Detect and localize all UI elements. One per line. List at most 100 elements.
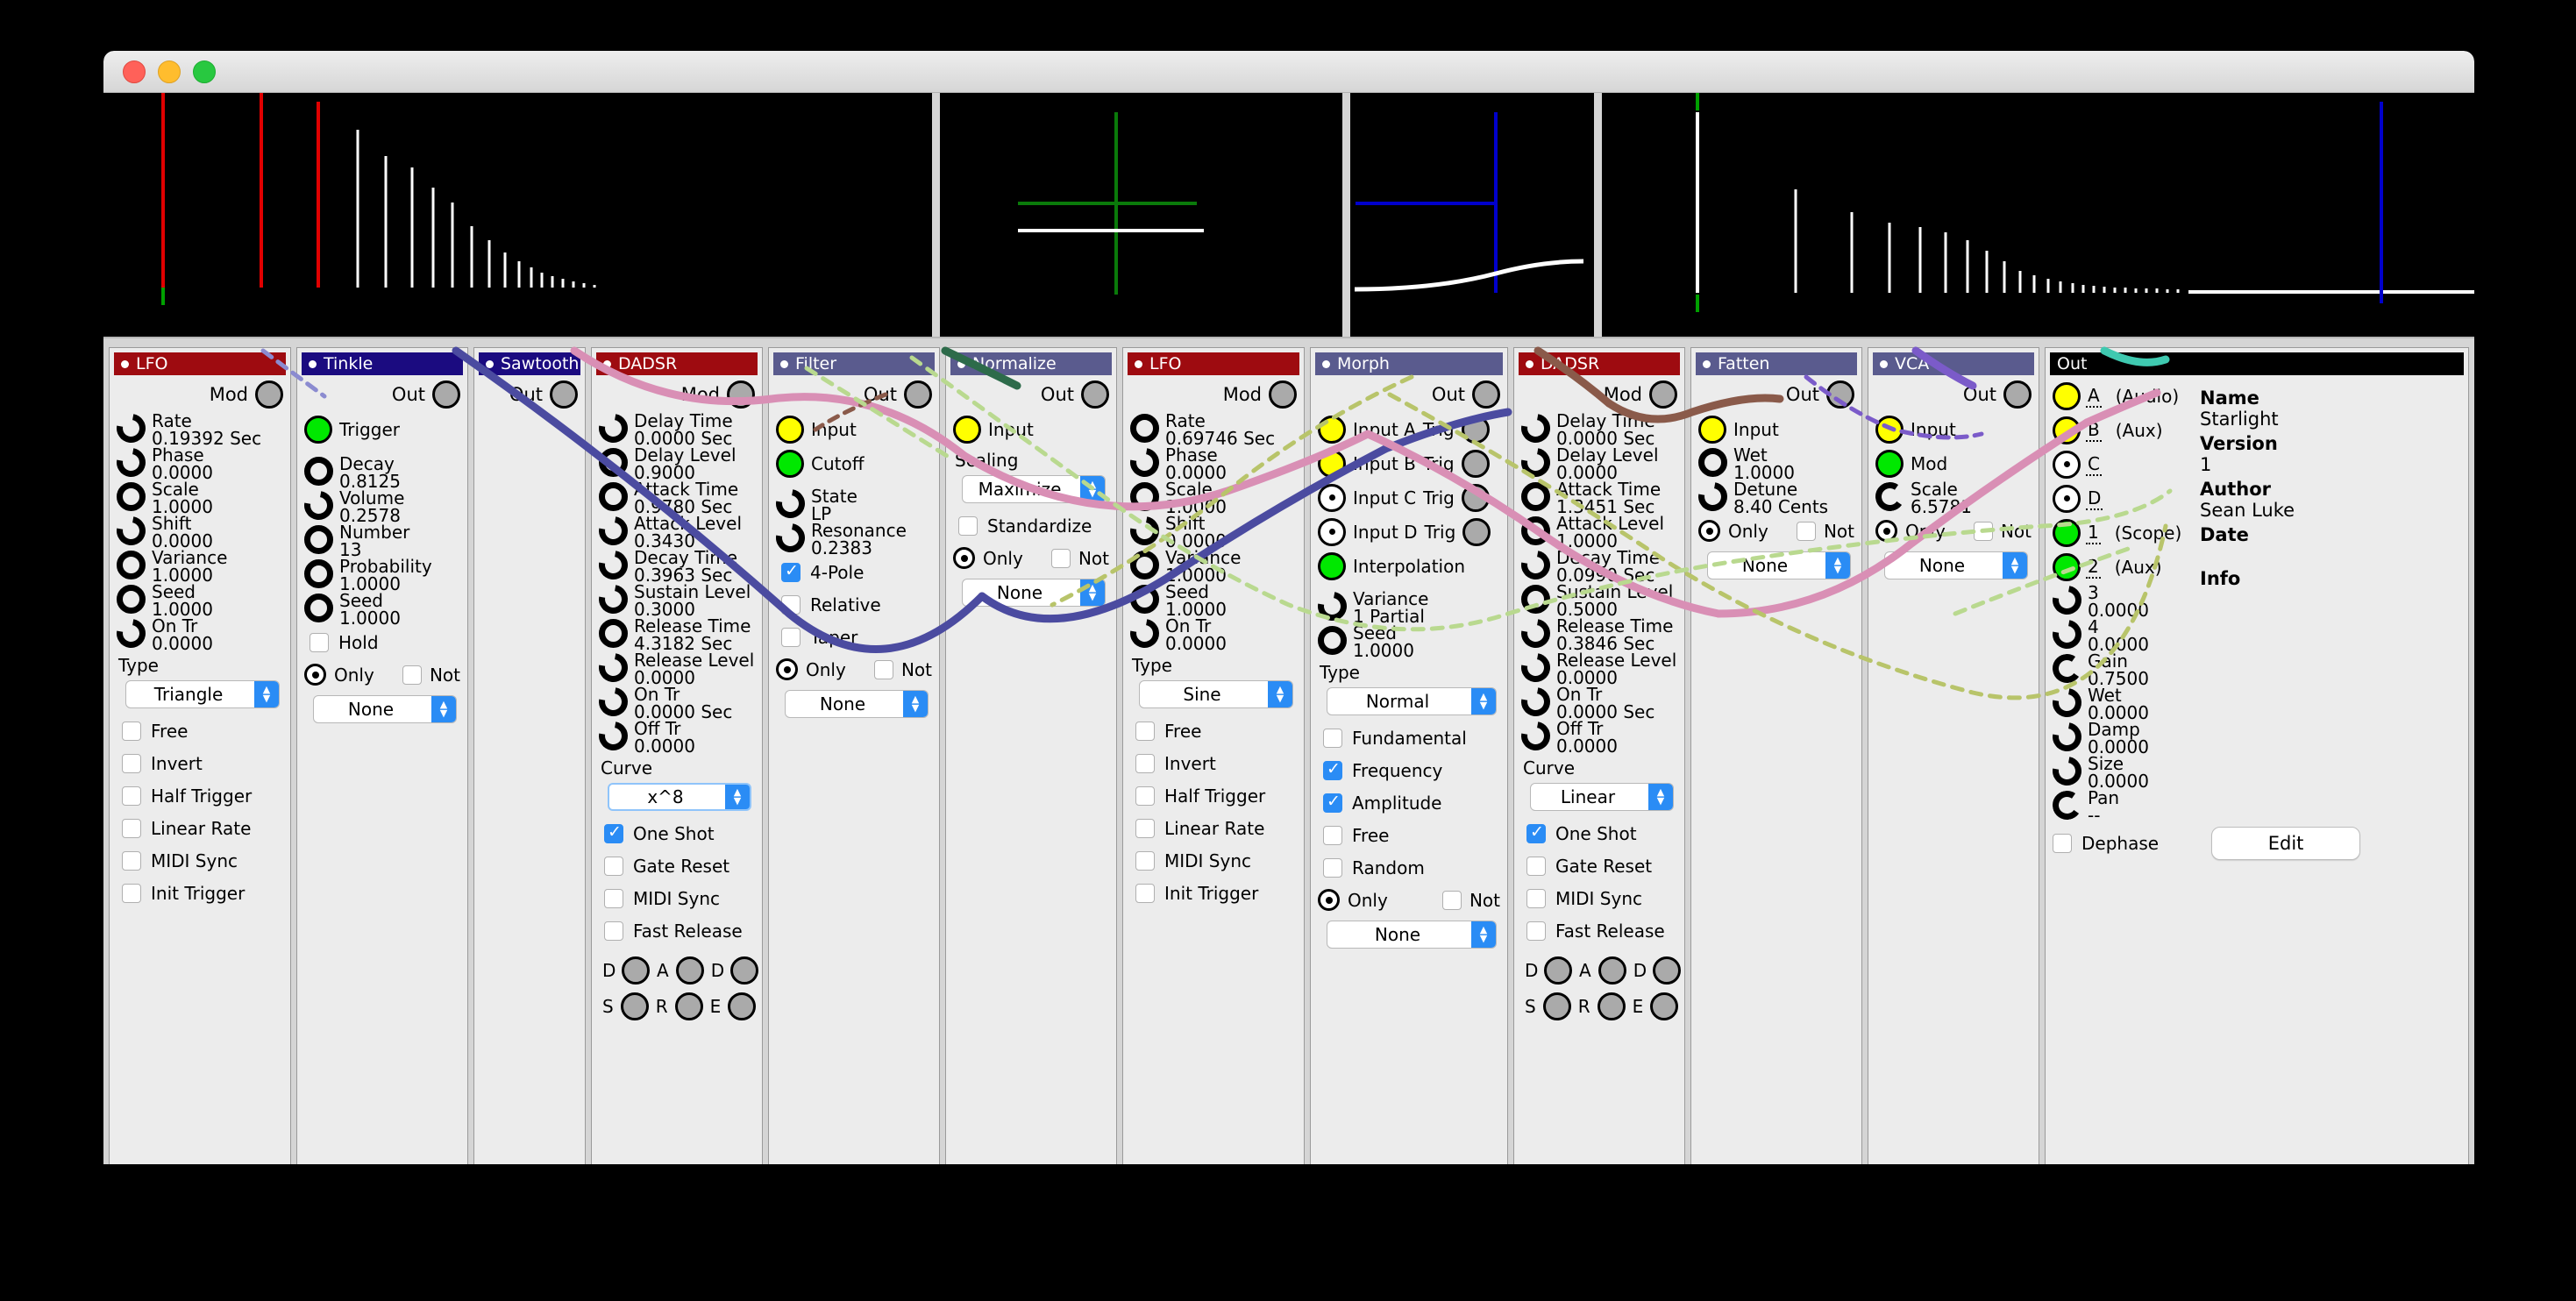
mod-source-combo[interactable]: None ▲▼ (785, 690, 929, 718)
chevron-updown-icon[interactable]: ▲▼ (1080, 476, 1105, 502)
checkbox-hold[interactable]: Hold (304, 626, 460, 658)
knob-icon[interactable] (111, 614, 152, 654)
knob-icon[interactable] (1125, 511, 1165, 551)
input-d-jack[interactable] (1318, 518, 1346, 546)
knob-icon[interactable] (1130, 551, 1159, 579)
checkbox-linear-rate[interactable]: Linear Rate (117, 812, 283, 844)
dadsr-jack-a[interactable] (676, 956, 704, 985)
chevron-updown-icon[interactable]: ▲▼ (1825, 552, 1850, 579)
module-enabled-icon[interactable] (1526, 360, 1534, 368)
mod-jack[interactable] (727, 380, 755, 409)
knob-icon[interactable] (1693, 477, 1733, 517)
knob-icon[interactable] (111, 443, 152, 483)
knob-on-tr[interactable]: On Tr0.0000 (117, 617, 283, 651)
knob-probability[interactable]: Probability1.0000 (304, 558, 460, 592)
chevron-updown-icon[interactable]: ▲▼ (1648, 784, 1673, 810)
knob-seed[interactable]: Seed1.0000 (1318, 624, 1500, 658)
knob-icon[interactable] (1516, 648, 1556, 688)
interpolation-jack[interactable] (1318, 552, 1346, 580)
checkbox-half-trigger[interactable]: Half Trigger (1130, 779, 1297, 812)
out-row-d[interactable]: D (2053, 481, 2184, 515)
checkbox-amplitude[interactable]: Amplitude (1318, 786, 1500, 819)
dadsr-jack-s[interactable] (621, 992, 649, 1020)
knob-icon[interactable] (594, 682, 634, 722)
mod-source-combo[interactable]: None ▲▼ (1884, 551, 2028, 579)
mod-filter-radio-row[interactable]: Only Not (953, 542, 1109, 574)
knob-icon[interactable] (1521, 482, 1550, 511)
dadsr-jack-s[interactable] (1543, 992, 1571, 1020)
knob-icon[interactable] (594, 545, 634, 586)
module-enabled-icon[interactable] (780, 360, 788, 368)
knob-icon[interactable] (1698, 448, 1727, 477)
out-jack-2[interactable] (2053, 553, 2081, 581)
checkbox-icon[interactable] (1135, 851, 1155, 871)
knob-shift[interactable]: Shift0.0000 (1130, 515, 1297, 549)
checkbox-linear-rate[interactable]: Linear Rate (1130, 812, 1297, 844)
checkbox-icon[interactable] (1526, 889, 1546, 908)
knob-icon[interactable] (2047, 683, 2088, 723)
dadsr-jack-d2[interactable] (1653, 956, 1681, 985)
jack-mod-row[interactable]: Mod (1875, 446, 2032, 480)
trig-a-jack[interactable] (1462, 416, 1490, 444)
knob-off-tr[interactable]: Off Tr0.0000 (1521, 720, 1677, 754)
radio-only-icon[interactable] (953, 547, 975, 569)
checkbox-icon[interactable] (781, 595, 801, 615)
checkbox-icon[interactable] (604, 921, 623, 941)
out-row-c[interactable]: C (2053, 447, 2184, 481)
type-combo[interactable]: Normal ▲▼ (1327, 687, 1497, 715)
checkbox-icon[interactable] (2053, 834, 2072, 853)
knob-icon[interactable] (594, 511, 634, 551)
out-jack[interactable] (550, 380, 578, 409)
mod-jack[interactable] (1269, 380, 1297, 409)
checkbox-icon[interactable] (781, 628, 801, 647)
chevron-updown-icon[interactable]: ▲▼ (431, 696, 456, 722)
knob-icon[interactable] (117, 551, 146, 579)
cutoff-jack[interactable] (776, 450, 804, 478)
knob-icon[interactable] (117, 482, 146, 511)
trig-b-jack[interactable] (1462, 450, 1490, 478)
knob-icon[interactable] (304, 594, 333, 622)
knob-pan[interactable]: Pan-- (2053, 789, 2184, 823)
knob-wet[interactable]: Wet1.0000 (1698, 446, 1854, 480)
knob-icon[interactable] (1521, 516, 1550, 545)
knob-icon[interactable] (1318, 626, 1347, 655)
module-sawtooth[interactable]: Sawtooth Out (473, 347, 586, 1164)
knob-scale[interactable]: Scale1.0000 (117, 480, 283, 515)
knob-icon[interactable] (594, 409, 634, 449)
out-jack-d[interactable] (2053, 485, 2081, 513)
knob-icon[interactable] (1130, 482, 1159, 511)
knob-variance[interactable]: Variance1 Partial (1318, 590, 1500, 624)
knob-icon[interactable] (1516, 716, 1556, 757)
checkbox-icon[interactable] (604, 857, 623, 876)
checkbox-fundamental[interactable]: Fundamental (1318, 722, 1500, 754)
knob-icon[interactable] (771, 518, 811, 558)
out-jack-1[interactable] (2053, 519, 2081, 547)
checkbox-icon[interactable] (604, 889, 623, 908)
knob-attack-time[interactable]: Attack Time1.3451 Sec (1521, 480, 1677, 515)
checkbox-icon[interactable] (1323, 729, 1342, 748)
checkbox-midi-sync[interactable]: MIDI Sync (1130, 844, 1297, 877)
knob-attack-level[interactable]: Attack Level1.0000 (1521, 515, 1677, 549)
mod-filter-radio-row[interactable]: Only Not (1698, 515, 1854, 547)
checkbox-icon[interactable] (1323, 858, 1342, 878)
mod-input-jack[interactable] (1875, 450, 1904, 478)
knob-icon[interactable] (594, 579, 634, 620)
knob-icon[interactable] (1313, 587, 1353, 627)
knob-3[interactable]: 30.0000 (2053, 584, 2184, 618)
checkbox-fast-release[interactable]: Fast Release (1521, 914, 1677, 947)
knob-phase[interactable]: Phase0.0000 (117, 446, 283, 480)
module-vca[interactable]: VCA Out Input Mod (1868, 347, 2039, 1164)
knob-icon[interactable] (304, 525, 333, 554)
module-dadsr-2[interactable]: DADSR Mod Delay Time0.0000 Sec Delay Lev… (1513, 347, 1685, 1164)
checkbox-icon[interactable] (1323, 793, 1342, 813)
module-enabled-icon[interactable] (309, 360, 317, 368)
module-tinkle[interactable]: Tinkle Out Trigger Decay0.8125 (296, 347, 468, 1164)
knob-icon[interactable] (304, 457, 333, 486)
chevron-updown-icon[interactable]: ▲▼ (2003, 552, 2027, 579)
knob-number[interactable]: Number13 (304, 523, 460, 558)
module-out[interactable]: Out A (Audio) B (2045, 347, 2469, 1164)
out-jack[interactable] (432, 380, 460, 409)
close-button[interactable] (123, 60, 146, 83)
checkbox-icon[interactable] (958, 516, 978, 536)
module-filter[interactable]: Filter Out Input Cutoff (768, 347, 940, 1164)
